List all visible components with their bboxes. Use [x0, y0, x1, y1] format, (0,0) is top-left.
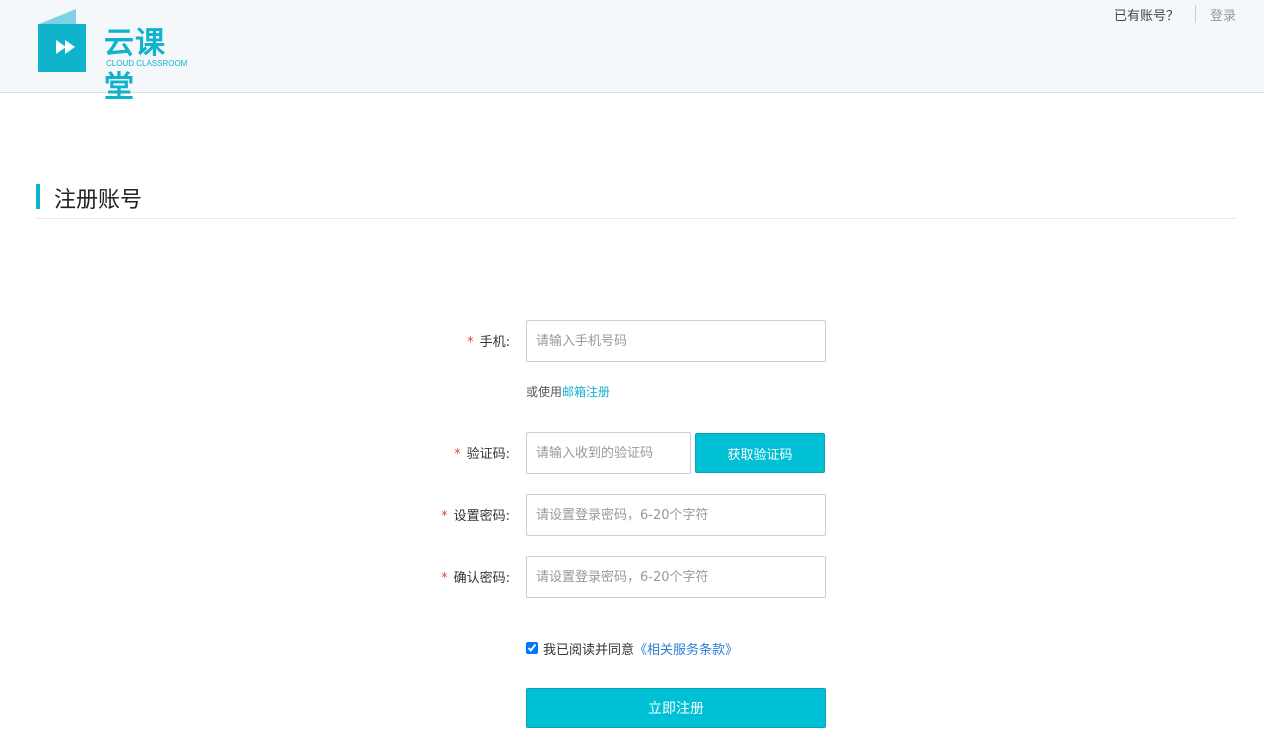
- has-account-text: 已有账号？: [1113, 8, 1179, 24]
- brand-subtitle: CLOUD CLASSROOM: [106, 59, 188, 68]
- register-button[interactable]: 立即注册: [526, 688, 826, 728]
- agree-text[interactable]: 我已阅读并同意: [543, 639, 634, 658]
- divider: [1194, 5, 1196, 23]
- required-mark: *: [454, 447, 461, 462]
- page-title: 注册账号: [54, 188, 143, 213]
- login-link[interactable]: 登录: [1210, 5, 1236, 24]
- get-code-button[interactable]: 获取验证码: [695, 433, 825, 473]
- code-label-text: 验证码:: [466, 447, 510, 462]
- phone-label: * 手机:: [380, 331, 510, 350]
- confirm-label-text: 确认密码:: [453, 571, 510, 586]
- agreement-row: 我已阅读并同意 《相关服务条款》: [526, 638, 738, 658]
- phone-input[interactable]: [526, 320, 826, 362]
- password-label: * 设置密码:: [380, 505, 510, 524]
- book-play-icon: [38, 9, 86, 72]
- confirm-password-label: * 确认密码:: [380, 567, 510, 586]
- email-register-hint: 或使用邮箱注册: [526, 383, 610, 400]
- code-label: * 验证码:: [380, 443, 510, 462]
- phone-label-text: 手机:: [479, 335, 510, 350]
- email-hint-prefix: 或使用: [526, 385, 563, 399]
- required-mark: *: [441, 571, 448, 586]
- page-title-section: 注册账号: [36, 182, 1237, 219]
- logo[interactable]: 云课堂 CLOUD CLASSROOM: [36, 8, 196, 105]
- account-links: 已有账号？ 登录: [1114, 4, 1236, 24]
- password-label-text: 设置密码:: [453, 509, 510, 524]
- email-register-link[interactable]: 邮箱注册: [562, 385, 610, 399]
- password-input[interactable]: [526, 494, 826, 536]
- terms-link[interactable]: 《相关服务条款》: [634, 639, 738, 658]
- agree-checkbox[interactable]: [526, 642, 538, 654]
- title-accent-bar: [36, 184, 40, 209]
- site-header: 云课堂 CLOUD CLASSROOM 已有账号？ 登录: [0, 0, 1264, 105]
- code-input[interactable]: [526, 432, 691, 474]
- required-mark: *: [467, 335, 474, 350]
- required-mark: *: [441, 509, 448, 524]
- confirm-password-input[interactable]: [526, 556, 826, 598]
